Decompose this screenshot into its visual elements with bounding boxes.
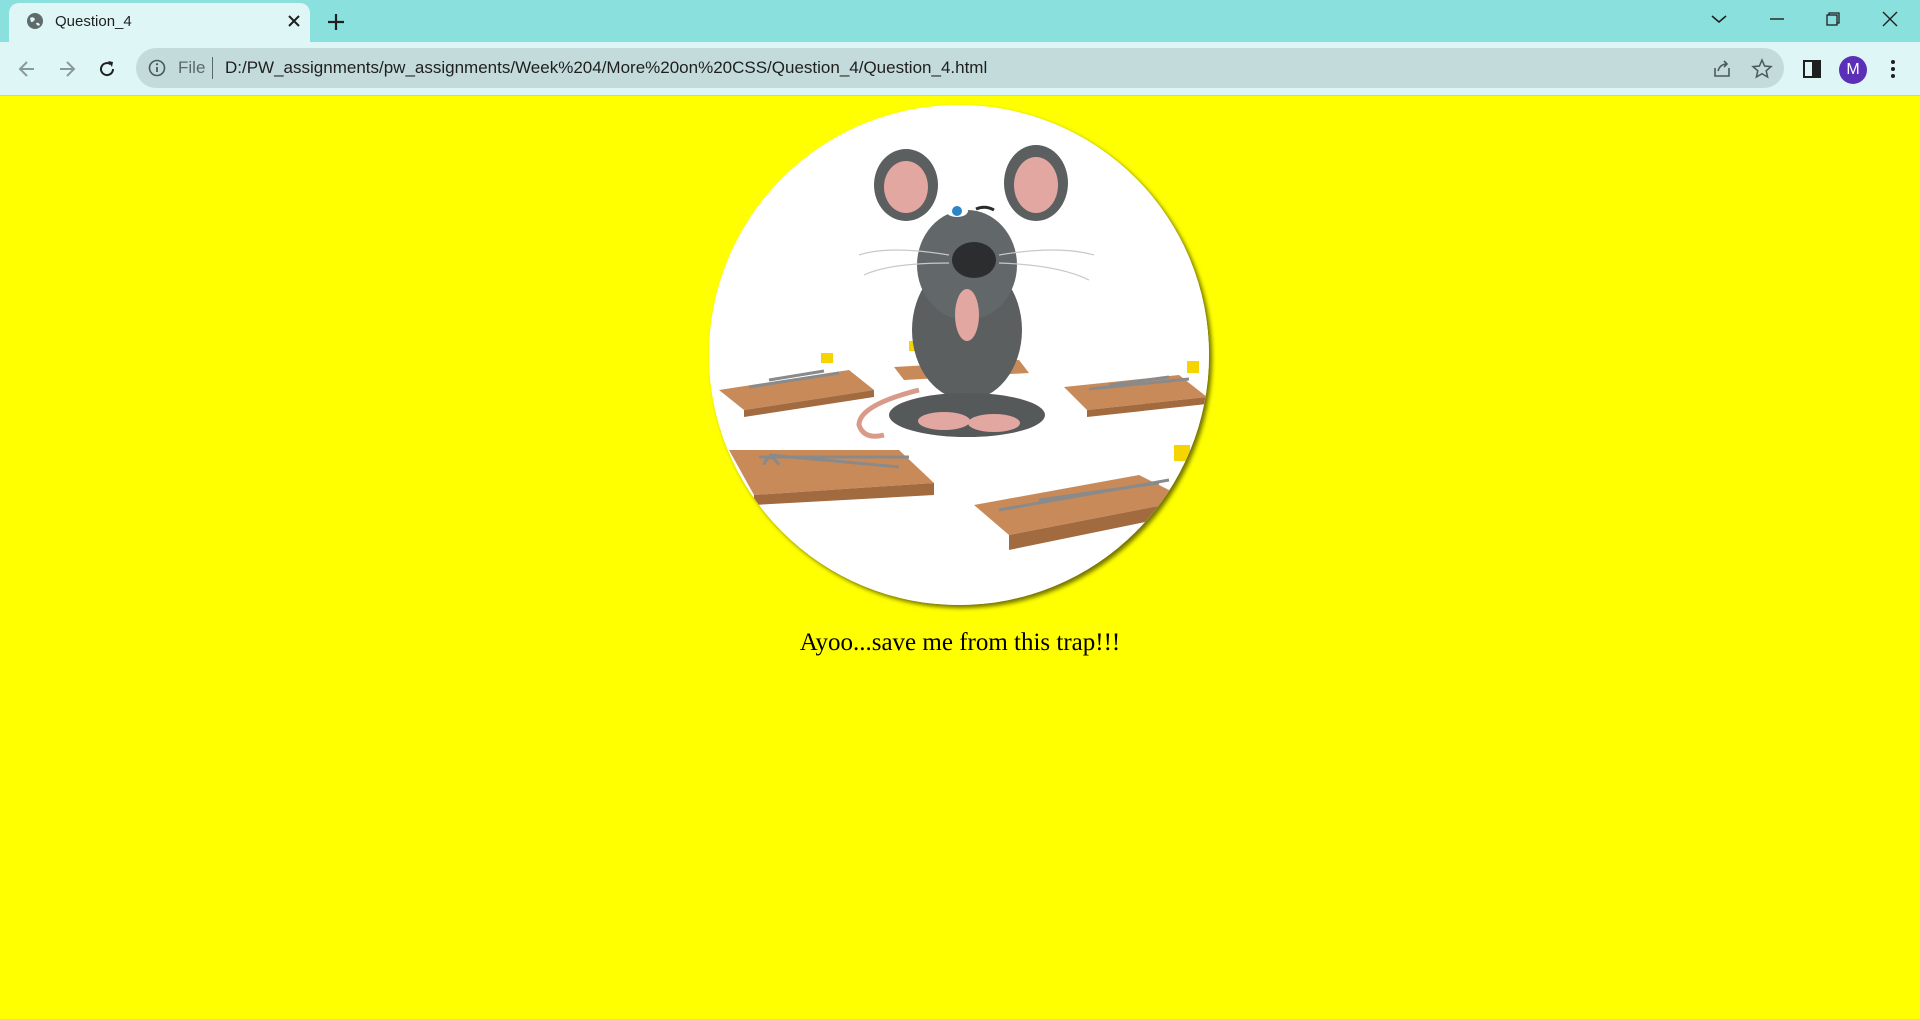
reload-button[interactable] (91, 53, 123, 85)
meditating-mouse-image (709, 105, 1209, 605)
tab-title: Question_4 (55, 13, 132, 30)
close-tab-icon[interactable] (285, 12, 303, 30)
reload-icon (100, 61, 115, 77)
page-caption: Ayoo...save me from this trap!!! (799, 629, 1121, 656)
mouse-illustration (709, 105, 1209, 605)
side-panel-icon (1803, 60, 1821, 78)
side-panel-button[interactable] (1799, 56, 1825, 82)
globe-icon (27, 13, 43, 29)
info-icon[interactable] (148, 59, 166, 77)
new-tab-icon[interactable] (325, 11, 347, 33)
close-window-button[interactable] (1864, 0, 1916, 38)
chevron-down-icon (1711, 15, 1727, 24)
arrow-right-icon (60, 61, 76, 77)
url-text[interactable]: D:/PW_assignments/pw_assignments/Week%20… (225, 58, 987, 78)
tab-question-4[interactable]: Question_4 (9, 3, 310, 42)
profile-avatar[interactable]: M (1839, 56, 1867, 84)
close-icon (1882, 11, 1898, 27)
back-button[interactable] (11, 53, 43, 85)
address-bar[interactable]: File D:/PW_assignments/pw_assignments/We… (136, 48, 1784, 88)
browser-menu-button[interactable] (1880, 56, 1906, 82)
scheme-label: File (178, 58, 206, 77)
more-vertical-icon (1891, 60, 1895, 78)
restore-icon (1826, 12, 1840, 26)
restore-button[interactable] (1807, 0, 1859, 38)
tab-search-button[interactable] (1693, 0, 1745, 38)
minimize-button[interactable] (1751, 0, 1803, 38)
tab-strip: Question_4 (0, 0, 1920, 42)
browser-toolbar: File D:/PW_assignments/pw_assignments/We… (0, 42, 1920, 96)
forward-button[interactable] (51, 53, 83, 85)
bookmark-star-icon[interactable] (1751, 58, 1773, 80)
share-icon[interactable] (1711, 58, 1733, 80)
minimize-icon (1770, 18, 1784, 20)
address-separator (212, 57, 213, 79)
arrow-left-icon (18, 61, 34, 77)
page-viewport: Ayoo...save me from this trap!!! (0, 97, 1920, 1019)
